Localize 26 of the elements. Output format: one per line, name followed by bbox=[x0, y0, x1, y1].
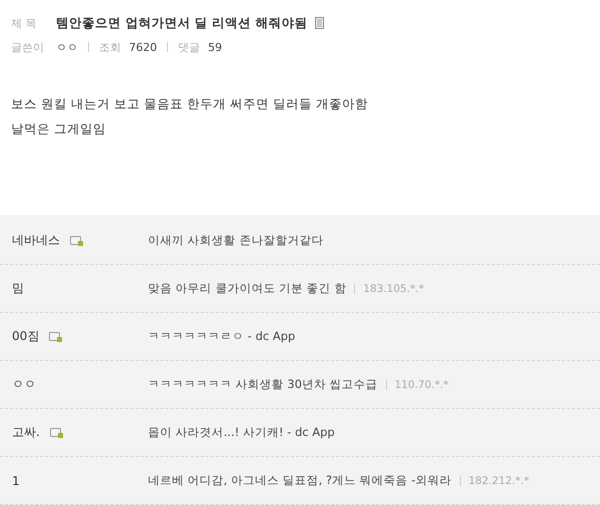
comment-text: 맞음 아무리 쿨가이여도 기분 좋긴 함 bbox=[148, 281, 346, 296]
comment-text: ㅋㅋㅋㅋㅋㅋㅋ 사회생활 30년차 씹고수급 bbox=[148, 377, 378, 392]
ip-address: 110.70.*.* bbox=[394, 378, 449, 390]
comments-count: 59 bbox=[208, 40, 222, 54]
views-count: 7620 bbox=[129, 40, 157, 54]
title-label: 제 목 bbox=[11, 16, 38, 30]
comment-nickname: 네바네스 bbox=[12, 232, 60, 249]
post-body-line: 보스 원킬 내는거 보고 물음표 한두개 써주면 딜러들 개좋아함 bbox=[11, 95, 369, 112]
comments-label: 댓글 bbox=[178, 40, 200, 54]
author-name: ㅇㅇ bbox=[56, 40, 78, 54]
comment-nickname: 1 bbox=[12, 474, 20, 488]
comment-nickname: 00짐 bbox=[12, 328, 40, 345]
comment-text: ㅋㅋㅋㅋㅋㅋㄹㅇ - dc App bbox=[148, 329, 296, 344]
comment-text: 몹이 사라겻서...! 사기캐! - dc App bbox=[148, 425, 335, 440]
document-icon bbox=[315, 17, 324, 29]
ip-address: 183.105.*.* bbox=[363, 282, 424, 294]
comment-nickname: ㅇㅇ bbox=[12, 376, 36, 393]
author-label: 글쓴이 bbox=[11, 40, 45, 54]
comment-text: 이새끼 사회생활 존나잘할거같다 bbox=[148, 233, 324, 248]
comment-nickname: 고싸. bbox=[12, 424, 40, 441]
comment-text: 네르베 어디감, 아그네스 딜표점, ?게느 뭐에죽음 -외워라 bbox=[148, 473, 452, 488]
comment-nickname: 밈 bbox=[12, 280, 24, 297]
post-body-line: 날먹은 그게일임 bbox=[11, 120, 107, 137]
views-label: 조회 bbox=[99, 40, 121, 54]
ip-address: 182.212.*.* bbox=[468, 474, 530, 486]
post-title: 템안좋으면 업혀가면서 딜 리액션 해줘야됨 bbox=[56, 14, 308, 32]
